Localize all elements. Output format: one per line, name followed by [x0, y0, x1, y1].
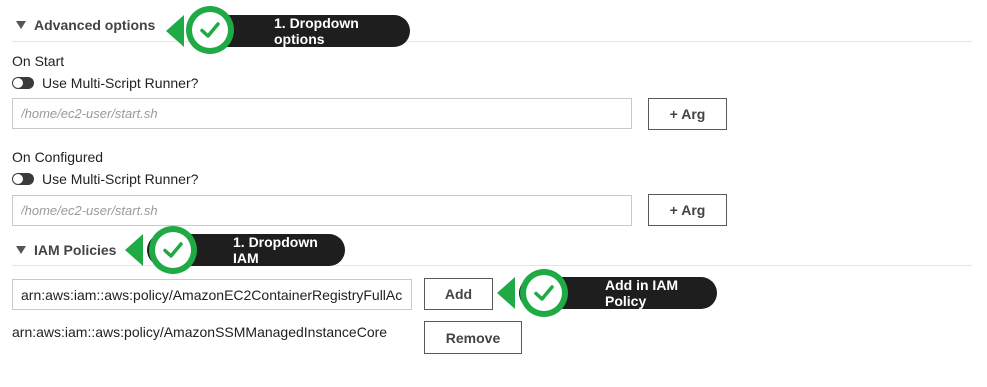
on-start-toggle-label: Use Multi-Script Runner? — [42, 75, 199, 91]
on-start-multiscript-toggle[interactable] — [12, 77, 34, 89]
on-configured-add-arg-button[interactable]: + Arg — [648, 194, 727, 226]
iam-policy-arn: arn:aws:iam::aws:policy/AmazonSSMManaged… — [12, 324, 388, 340]
on-configured-multiscript-toggle[interactable] — [12, 173, 34, 185]
on-start-add-arg-button[interactable]: + Arg — [648, 98, 727, 130]
advanced-options-title: Advanced options — [34, 17, 156, 33]
triangle-down-icon — [16, 246, 26, 254]
on-start-label: On Start — [12, 53, 65, 69]
callout-arrow — [497, 277, 515, 309]
dropdown-options-callout: 1. Dropdown options — [166, 2, 416, 54]
checkmark-icon — [200, 22, 220, 38]
on-configured-script-input[interactable] — [12, 195, 632, 226]
callout-text: 1. Dropdown options — [274, 15, 359, 47]
callout-text: 1. Dropdown IAM — [233, 234, 318, 266]
advanced-divider — [12, 41, 972, 42]
advanced-options-header[interactable]: Advanced options — [16, 17, 155, 33]
dropdown-iam-callout: 1. Dropdown IAM — [125, 226, 350, 274]
on-start-multiscript-toggle-row: Use Multi-Script Runner? — [12, 75, 198, 91]
iam-policies-header[interactable]: IAM Policies — [16, 242, 116, 258]
checkmark-badge — [186, 6, 234, 54]
on-configured-multiscript-toggle-row: Use Multi-Script Runner? — [12, 171, 198, 187]
checkmark-icon — [163, 242, 183, 258]
callout-text: Add in IAM Policy — [605, 277, 679, 309]
on-start-script-input[interactable] — [12, 98, 632, 129]
remove-iam-policy-button[interactable]: Remove — [424, 321, 522, 354]
add-iam-policy-button[interactable]: Add — [424, 278, 493, 310]
add-iam-policy-callout: Add in IAM Policy — [497, 268, 722, 318]
callout-arrow — [166, 15, 184, 47]
checkmark-badge — [149, 226, 197, 274]
on-configured-label: On Configured — [12, 149, 104, 165]
on-configured-toggle-label: Use Multi-Script Runner? — [42, 171, 199, 187]
iam-policy-input[interactable] — [12, 279, 412, 310]
callout-arrow — [125, 234, 143, 266]
iam-policies-title: IAM Policies — [34, 242, 117, 258]
checkmark-icon — [534, 285, 554, 301]
checkmark-badge — [520, 269, 568, 317]
triangle-down-icon — [16, 21, 26, 29]
